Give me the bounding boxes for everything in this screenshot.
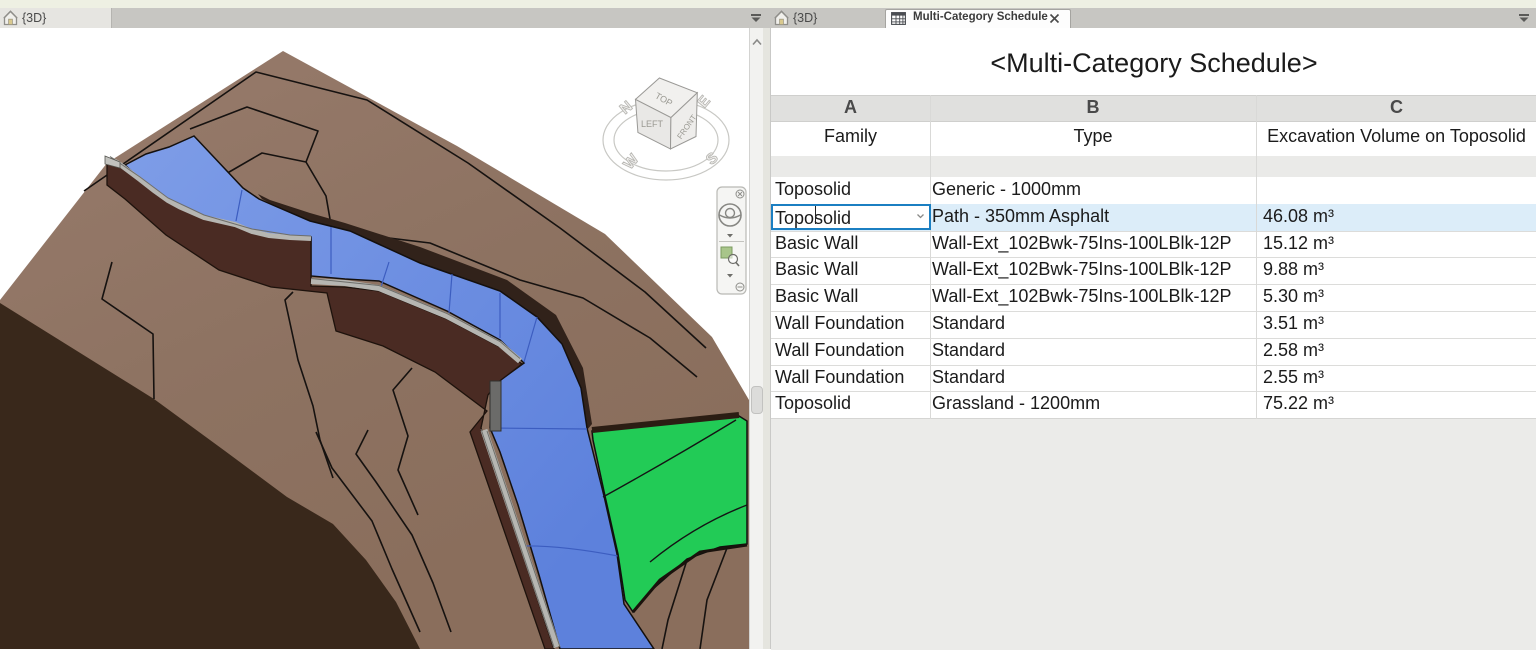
svg-text:S: S xyxy=(703,149,722,168)
svg-text:LEFT: LEFT xyxy=(641,119,664,129)
svg-text:N: N xyxy=(617,98,636,118)
